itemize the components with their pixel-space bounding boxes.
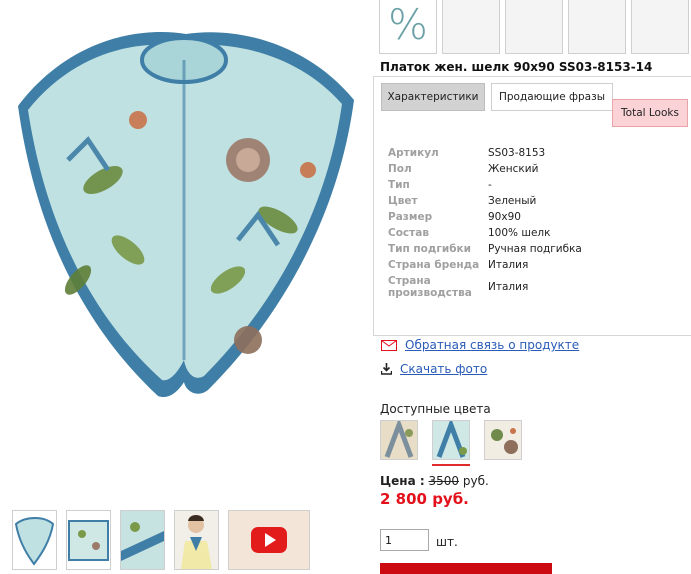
thumbnail-video[interactable] <box>228 510 310 570</box>
envelope-icon <box>381 339 397 351</box>
spec-row: Цвет Зеленый <box>388 193 582 209</box>
model-photo-icon <box>175 511 218 569</box>
promo-tile[interactable] <box>505 0 563 54</box>
spec-value: - <box>488 179 492 191</box>
scarf-detail-icon <box>121 511 164 569</box>
spec-value: 90х90 <box>488 211 521 223</box>
promo-tile[interactable] <box>631 0 689 54</box>
discount-badge[interactable]: % <box>379 0 437 54</box>
product-info-panel: Характеристики Продающие фразы Total Loo… <box>373 76 691 336</box>
spec-value: Италия <box>488 281 529 293</box>
specs-table: Артикул SS03-8153 Пол Женский Тип - Цвет Зел… <box>388 145 582 301</box>
old-price: 3500 <box>428 474 460 488</box>
spec-key: Тип подгибки <box>388 243 472 255</box>
old-price-unit: руб. <box>462 474 489 488</box>
selected-color-indicator <box>432 464 470 466</box>
thumbnail-scarf-folded[interactable] <box>12 510 57 570</box>
spec-value: Италия <box>488 259 529 271</box>
spec-row: Страна бренда Италия <box>388 257 582 273</box>
percent-icon: % <box>388 0 428 49</box>
spec-value: Ручная подгибка <box>488 243 582 255</box>
download-icon <box>381 363 392 375</box>
download-link-row: Скачать фото <box>381 362 487 376</box>
tab-characteristics[interactable]: Характеристики <box>381 83 485 111</box>
spec-key: Цвет <box>388 195 418 207</box>
product-title: Платок жен. шелк 90х90 SS03-8153-14 <box>380 60 653 74</box>
promo-tile[interactable] <box>568 0 626 54</box>
spec-row: Состав 100% шелк <box>388 225 582 241</box>
spec-row: Размер 90х90 <box>388 209 582 225</box>
tab-total-looks[interactable]: Total Looks <box>612 99 688 127</box>
spec-key: Артикул <box>388 147 439 159</box>
feedback-link[interactable]: Обратная связь о продукте <box>405 338 579 352</box>
download-photo-link[interactable]: Скачать фото <box>400 362 487 376</box>
available-colors-label: Доступные цвета <box>380 402 491 416</box>
tab-selling-phrases[interactable]: Продающие фразы <box>491 83 613 111</box>
play-video-icon[interactable] <box>251 527 287 553</box>
thumbnail-strip <box>12 510 310 570</box>
spec-key: Состав <box>388 227 429 239</box>
spec-row: Тип - <box>388 177 582 193</box>
quantity-unit: шт. <box>436 535 458 549</box>
add-to-cart-button[interactable] <box>380 563 552 574</box>
color-swatch-green-selected[interactable] <box>432 420 470 460</box>
swatch-image <box>485 421 521 459</box>
feedback-link-row: Обратная связь о продукте <box>381 338 579 352</box>
spec-value: 100% шелк <box>488 227 551 239</box>
scarf-thumbnail-icon <box>14 517 55 566</box>
promo-tile[interactable] <box>442 0 500 54</box>
spec-key: Пол <box>388 163 412 175</box>
thumbnail-scarf-flat[interactable] <box>66 510 111 570</box>
price-line: Цена : 3500 руб. <box>380 474 489 488</box>
swatch-image <box>381 421 417 459</box>
spec-row: Страна производства Италия <box>388 273 582 301</box>
spec-row: Тип подгибки Ручная подгибка <box>388 241 582 257</box>
color-swatch-ivory[interactable] <box>484 420 522 460</box>
promo-tiles: % <box>379 0 689 54</box>
spec-key: Страна бренда <box>388 259 480 271</box>
thumbnail-scarf-detail[interactable] <box>120 510 165 570</box>
thumbnail-model[interactable] <box>174 510 219 570</box>
product-main-image[interactable] <box>8 20 360 460</box>
scarf-flat-icon <box>68 519 109 561</box>
current-price: 2 800 руб. <box>380 490 469 508</box>
price-label: Цена : <box>380 474 425 488</box>
swatch-image <box>433 421 469 459</box>
color-swatch-beige[interactable] <box>380 420 418 460</box>
spec-row: Артикул SS03-8153 <box>388 145 582 161</box>
spec-key: Тип <box>388 179 410 191</box>
spec-value: Женский <box>488 163 539 175</box>
spec-value: SS03-8153 <box>488 147 546 159</box>
spec-key: Размер <box>388 211 433 223</box>
scarf-illustration <box>18 31 354 398</box>
spec-row: Пол Женский <box>388 161 582 177</box>
quantity-input[interactable] <box>380 529 429 551</box>
color-swatches <box>380 420 522 460</box>
spec-key: Страна производства <box>388 275 472 299</box>
spec-value: Зеленый <box>488 195 537 207</box>
